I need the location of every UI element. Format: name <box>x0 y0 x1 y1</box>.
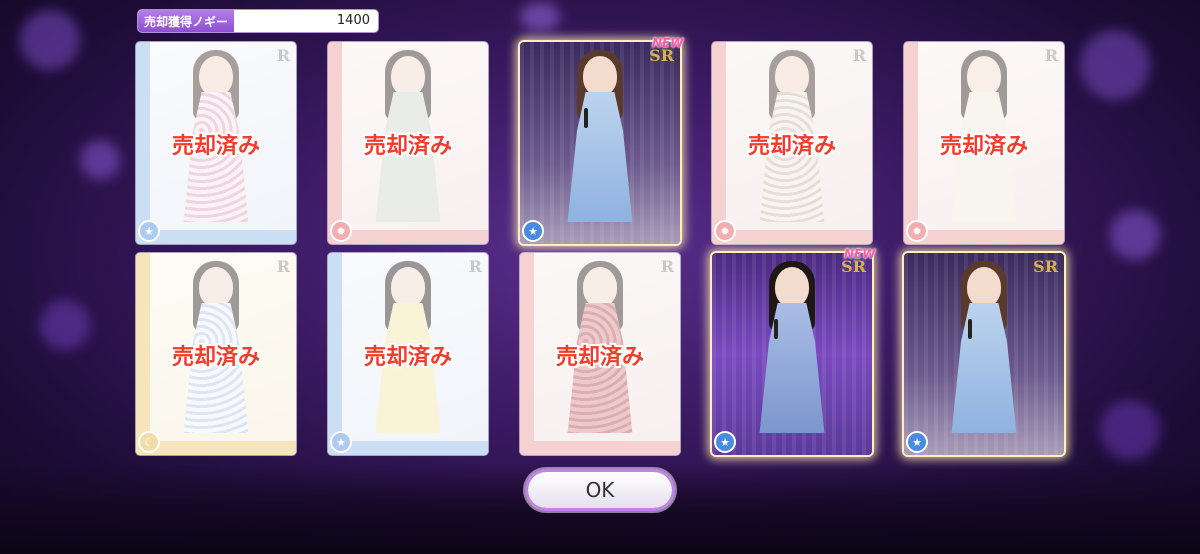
sold-label: 売却済み <box>747 134 836 159</box>
star-icon: ★ <box>716 433 734 451</box>
card-6[interactable]: R ☾ 売却済み <box>136 253 296 455</box>
sold-label: 売却済み <box>363 134 452 159</box>
card-8[interactable]: R 売却済み <box>520 253 680 455</box>
star-icon: ★ <box>908 433 926 451</box>
new-badge: NEW <box>652 36 684 50</box>
card-2[interactable]: ✹ 売却済み <box>328 42 488 244</box>
card-10[interactable]: SR ★ <box>904 253 1064 455</box>
star-icon: ★ <box>524 222 542 240</box>
sold-label: 売却済み <box>171 345 260 370</box>
card-5[interactable]: R ✹ 売却済み <box>904 42 1064 244</box>
rarity-badge: SR <box>649 46 674 65</box>
sold-label: 売却済み <box>939 134 1028 159</box>
nogi-earned-value: 1400 <box>336 13 370 28</box>
rarity-badge: SR <box>841 257 866 276</box>
sold-label: 売却済み <box>171 134 260 159</box>
card-4[interactable]: R ✹ 売却済み <box>712 42 872 244</box>
card-1[interactable]: R ★ 売却済み <box>136 42 296 244</box>
card-9[interactable]: SR ★ <box>712 253 872 455</box>
new-badge: NEW <box>844 247 876 261</box>
ok-button[interactable]: OK <box>528 472 672 508</box>
sold-label: 売却済み <box>363 345 452 370</box>
card-7[interactable]: R ★ 売却済み <box>328 253 488 455</box>
rarity-badge: SR <box>1033 257 1058 276</box>
nogi-earned-bar: 売却獲得ノギー 1400 <box>138 10 378 32</box>
nogi-earned-label: 売却獲得ノギー <box>138 10 234 32</box>
card-3[interactable]: SR ★ <box>520 42 680 244</box>
sold-label: 売却済み <box>555 345 644 370</box>
